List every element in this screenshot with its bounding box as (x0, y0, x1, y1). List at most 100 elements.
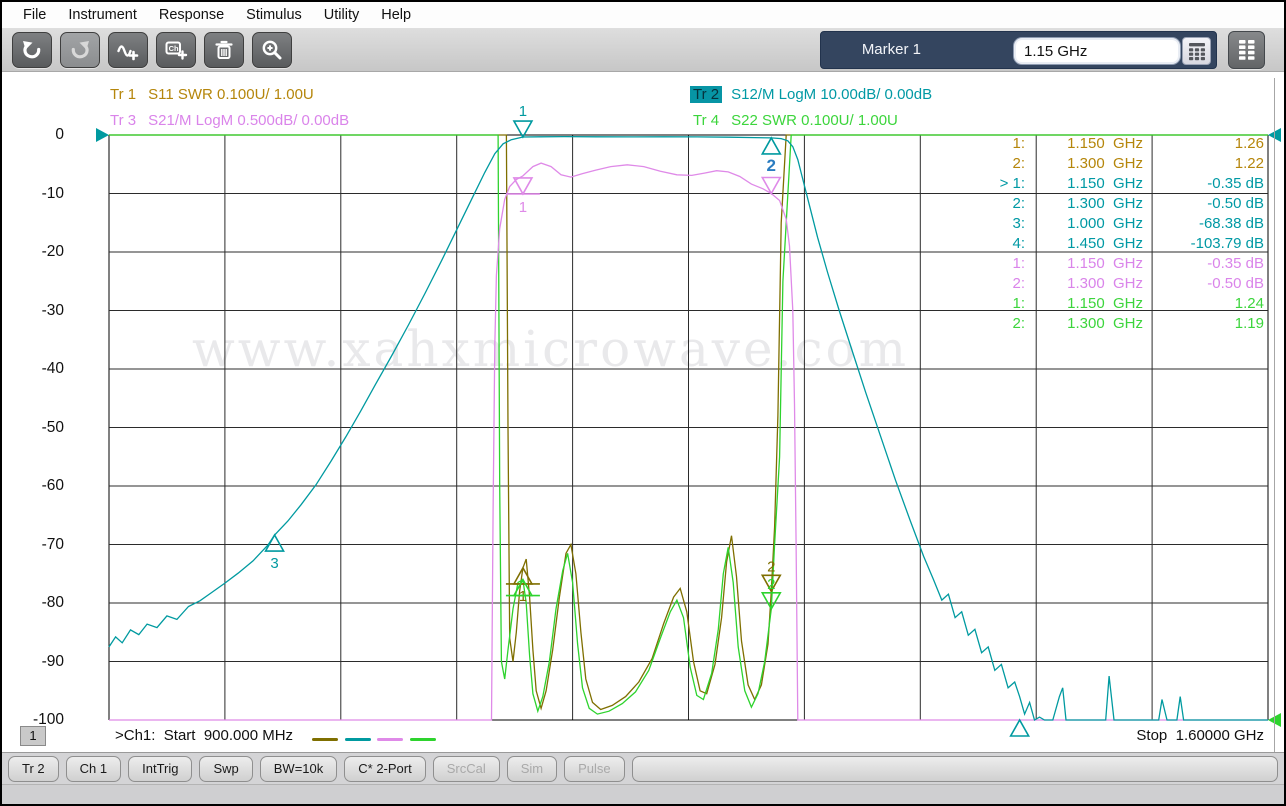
marker-table-cell: -0.35 dB (1143, 254, 1264, 274)
trace-label-tr2[interactable]: Tr 2 S12/M LogM 10.00dB/ 0.00dB (690, 86, 932, 103)
marker-table-cell: -0.50 dB (1143, 274, 1264, 294)
menu-item-help[interactable]: Help (370, 2, 422, 28)
trace-tab-tr3[interactable]: Tr 3 (107, 112, 139, 129)
menu-item-response[interactable]: Response (148, 2, 235, 28)
y-axis-label: -30 (9, 301, 64, 321)
menu-item-utility[interactable]: Utility (313, 2, 370, 28)
zoom-button[interactable] (252, 32, 292, 68)
marker-table-cell: 1.300 GHz (1025, 274, 1143, 294)
marker-table-cell: 2: (937, 274, 1025, 294)
undo-button[interactable] (12, 32, 52, 68)
marker-table-row: 1:1.150 GHz-0.35 dB (937, 254, 1264, 274)
marker-table-cell: 1.22 (1143, 154, 1264, 174)
menu-item-instrument[interactable]: Instrument (57, 2, 148, 28)
add-trace-button[interactable] (108, 32, 148, 68)
trace-desc-tr3: S21/M LogM 0.500dB/ 0.00dB (148, 112, 349, 129)
y-axis-label: -60 (9, 476, 64, 496)
menu-item-file[interactable]: File (12, 2, 57, 28)
marker-frequency-input[interactable] (1013, 37, 1181, 65)
marker-table-cell: 1.300 GHz (1025, 314, 1143, 334)
marker-table-row: 2:1.300 GHz-0.50 dB (937, 274, 1264, 294)
statusbar-button-ch-1[interactable]: Ch 1 (66, 756, 121, 782)
marker-table-cell: > 1: (937, 174, 1025, 194)
marker-label-tr2-3: 3 (270, 555, 278, 572)
marker-table-row: 1:1.150 GHz1.24 (937, 294, 1264, 314)
stop-label: Stop (1136, 727, 1167, 744)
trace-tab-tr2[interactable]: Tr 2 (690, 86, 722, 103)
statusbar-button-pulse[interactable]: Pulse (564, 756, 625, 782)
marker-label-tr3-1: 1 (519, 199, 527, 216)
zoom-icon (260, 38, 284, 62)
marker-table-row: 3:1.000 GHz-68.38 dB (937, 214, 1264, 234)
stop-value: 1.60000 GHz (1176, 727, 1264, 744)
marker-label-tr2-2: 2 (767, 156, 776, 175)
marker-table-cell: 1.300 GHz (1025, 154, 1143, 174)
statusbar-button-c-2-port[interactable]: C* 2-Port (344, 756, 425, 782)
display-menu-button[interactable] (1228, 31, 1265, 69)
statusbar-message-area (632, 756, 1278, 782)
marker-table-cell: 1.150 GHz (1025, 294, 1143, 314)
marker-readout-table: 1:1.150 GHz1.262:1.300 GHz1.22> 1:1.150 … (937, 134, 1264, 334)
delete-button[interactable] (204, 32, 244, 68)
marker-tr3-1[interactable] (514, 178, 532, 194)
marker-label: Marker 1 (862, 41, 921, 58)
trace-tab-tr4[interactable]: Tr 4 (690, 112, 722, 129)
add-channel-button[interactable]: Ch (156, 32, 196, 68)
y-axis-label: -80 (9, 593, 64, 613)
statusbar-button-swp[interactable]: Swp (199, 756, 252, 782)
marker-table-cell: 2: (937, 154, 1025, 174)
channel-number-button[interactable]: 1 (20, 726, 46, 746)
trace-legend-dash-1 (312, 738, 338, 741)
trace-label-tr1[interactable]: Tr 1 S11 SWR 0.100U/ 1.00U (107, 86, 314, 103)
marker-table-row: 1:1.150 GHz1.26 (937, 134, 1264, 154)
trace-label-tr4[interactable]: Tr 4 S22 SWR 0.100U/ 1.00U (690, 112, 898, 129)
trace-tab-tr1[interactable]: Tr 1 (107, 86, 139, 103)
stimulus-stop-readout: Stop 1.60000 GHz (1052, 727, 1264, 744)
redo-icon (68, 38, 92, 62)
start-value: 900.000 MHz (204, 727, 293, 744)
marker-table-row: 2:1.300 GHz-0.50 dB (937, 194, 1264, 214)
y-axis-label: -40 (9, 359, 64, 379)
vna-application-window: { "menu": { "items": ["File", "Instrumen… (0, 0, 1286, 806)
statusbar-button-inttrig[interactable]: IntTrig (128, 756, 192, 782)
marker-tr2-4[interactable] (1011, 720, 1029, 736)
keypad-button[interactable] (1182, 37, 1211, 65)
y-axis-label: -50 (9, 418, 64, 438)
trace-legend-dash-4 (410, 738, 436, 741)
trace-label-tr3[interactable]: Tr 3 S21/M LogM 0.500dB/ 0.00dB (107, 112, 349, 129)
statusbar-button-sim[interactable]: Sim (507, 756, 557, 782)
stimulus-start-readout: >Ch1: Start 900.000 MHz (115, 727, 293, 744)
marker-table-cell: 1.150 GHz (1025, 134, 1143, 154)
marker-table-cell: 1: (937, 254, 1025, 274)
y-axis-label: -70 (9, 535, 64, 555)
add-channel-icon: Ch (164, 38, 188, 62)
trace-desc-tr1: S11 SWR 0.100U/ 1.00U (148, 86, 314, 103)
trace-desc-tr4: S22 SWR 0.100U/ 1.00U (731, 112, 898, 129)
marker-tr2-3[interactable] (266, 535, 284, 551)
marker-table-row: > 1:1.150 GHz-0.35 dB (937, 174, 1264, 194)
marker-table-cell: 1: (937, 134, 1025, 154)
marker-table-row: 2:1.300 GHz1.19 (937, 314, 1264, 334)
marker-table-cell: -103.79 dB (1143, 234, 1264, 254)
marker-tr3-2[interactable] (762, 178, 780, 194)
marker-table-cell: 1.450 GHz (1025, 234, 1143, 254)
bottom-strip (2, 784, 1284, 804)
delete-icon (212, 38, 236, 62)
statusbar-button-bw-10k[interactable]: BW=10k (260, 756, 338, 782)
y-axis-label: -20 (9, 242, 64, 262)
marker-table-cell: 1.19 (1143, 314, 1264, 334)
trace-desc-tr2: S12/M LogM 10.00dB/ 0.00dB (731, 86, 932, 103)
display-menu-icon (1237, 38, 1257, 62)
statusbar-button-tr-2[interactable]: Tr 2 (8, 756, 59, 782)
marker-tr2-2[interactable] (762, 138, 780, 154)
start-label: Start (164, 727, 196, 744)
marker-label-tr4-2: 2 (767, 576, 775, 593)
marker-table-cell: 1.24 (1143, 294, 1264, 314)
marker-table-row: 2:1.300 GHz1.22 (937, 154, 1264, 174)
marker-table-cell: 1.150 GHz (1025, 254, 1143, 274)
statusbar-button-srccal[interactable]: SrcCal (433, 756, 500, 782)
statusbar: Tr 2 Ch 1 IntTrig Swp BW=10kC* 2-Port SrcCal S… (2, 752, 1284, 784)
menu-item-stimulus[interactable]: Stimulus (235, 2, 313, 28)
marker-table-cell: 4: (937, 234, 1025, 254)
marker-table-cell: -68.38 dB (1143, 214, 1264, 234)
